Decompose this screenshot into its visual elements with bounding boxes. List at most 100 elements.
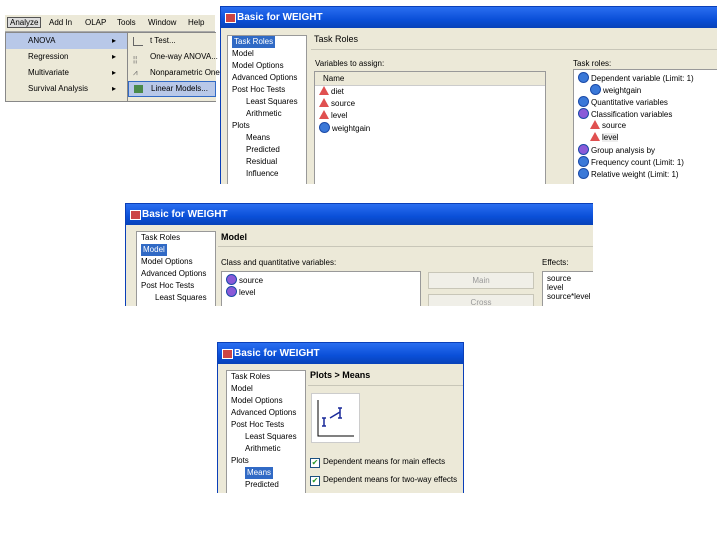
- app-icon: [130, 210, 141, 220]
- menu-help[interactable]: Help: [188, 18, 204, 27]
- nav-model-options[interactable]: Model Options: [227, 395, 305, 407]
- role-quantitative[interactable]: Quantitative variables: [574, 96, 717, 108]
- role-group-by[interactable]: Group analysis by: [574, 144, 717, 156]
- menu-item-nonparametric[interactable]: ⩘ Nonparametric One: [128, 65, 220, 81]
- menu-item-survival[interactable]: Survival Analysis ▸: [6, 81, 128, 97]
- numeric-variable-icon: [319, 122, 330, 133]
- variable-item[interactable]: source: [222, 274, 420, 286]
- role-item[interactable]: source: [574, 120, 717, 132]
- variable-item[interactable]: level: [222, 286, 420, 298]
- class-variable-icon: [590, 120, 600, 129]
- role-icon: [578, 168, 589, 179]
- checkbox-main-effects[interactable]: ✔ Dependent means for main effects: [310, 457, 445, 468]
- variable-item[interactable]: level: [315, 110, 545, 122]
- nav-least-squares[interactable]: Least Squares: [137, 292, 215, 304]
- menu-item-regression[interactable]: Regression ▸: [6, 49, 128, 65]
- role-item[interactable]: weightgain: [574, 84, 717, 96]
- nav-arithmetic[interactable]: Arithmetic: [227, 443, 305, 455]
- nav-tree: Task Roles Model Model Options Advanced …: [136, 231, 216, 306]
- variable-item[interactable]: diet: [315, 86, 545, 98]
- nav-tree: Task Roles Model Model Options Advanced …: [227, 35, 307, 184]
- nav-task-roles[interactable]: Task Roles: [227, 371, 305, 383]
- menu-item-oneway-anova[interactable]: ¦¦ One-way ANOVA...: [128, 49, 218, 65]
- menu-item-linear-models[interactable]: Linear Models...: [128, 81, 216, 97]
- t-test-icon: [133, 37, 143, 46]
- task-roles-label: Task roles:: [573, 59, 612, 68]
- effects-label: Effects:: [542, 258, 569, 267]
- nav-model-options[interactable]: Model Options: [137, 256, 215, 268]
- nav-means[interactable]: Means: [228, 132, 306, 144]
- role-frequency[interactable]: Frequency count (Limit: 1): [574, 156, 717, 168]
- nav-means[interactable]: Means: [227, 467, 305, 479]
- app-icon: [225, 13, 236, 23]
- nav-influence[interactable]: Influence: [228, 168, 306, 180]
- effect-item[interactable]: level: [547, 283, 593, 292]
- role-dependent[interactable]: Dependent variable (Limit: 1): [574, 72, 717, 84]
- panel-heading: Task Roles: [314, 34, 359, 44]
- chevron-right-icon: ▸: [111, 68, 116, 77]
- means-plot-graphic: [317, 400, 354, 437]
- role-item[interactable]: level: [574, 132, 717, 144]
- variables-list[interactable]: Name diet source level weightgain: [314, 71, 546, 184]
- nav-predicted[interactable]: Predicted: [227, 479, 305, 491]
- nav-model[interactable]: Model: [228, 48, 306, 60]
- chevron-right-icon: ▸: [111, 84, 116, 93]
- nav-post-hoc[interactable]: Post Hoc Tests: [137, 280, 215, 292]
- variable-item[interactable]: source: [315, 98, 545, 110]
- menu-item-t-test[interactable]: t Test...: [128, 33, 216, 49]
- model-window: Basic for WEIGHT Task Roles Model Model …: [125, 203, 593, 306]
- role-classification[interactable]: Classification variables: [574, 108, 717, 120]
- nav-task-roles[interactable]: Task Roles: [137, 232, 215, 244]
- nav-residual[interactable]: Residual: [228, 156, 306, 168]
- nav-advanced-options[interactable]: Advanced Options: [137, 268, 215, 280]
- panel-heading: Model: [221, 232, 247, 242]
- means-plot-icon: [311, 393, 360, 443]
- menu-item-anova[interactable]: ANOVA ▸: [6, 33, 128, 49]
- nav-predicted[interactable]: Predicted: [228, 144, 306, 156]
- nav-post-hoc[interactable]: Post Hoc Tests: [227, 419, 305, 431]
- nav-model[interactable]: Model: [137, 244, 215, 256]
- nav-task-roles[interactable]: Task Roles: [228, 36, 306, 48]
- class-variable-icon: [590, 132, 600, 141]
- menu-olap[interactable]: OLAP: [85, 18, 106, 27]
- nav-advanced-options[interactable]: Advanced Options: [228, 72, 306, 84]
- analyze-menu: ANOVA ▸ Regression ▸ Multivariate ▸ Surviva…: [5, 32, 129, 102]
- cross-button[interactable]: Cross: [428, 294, 534, 306]
- nav-model[interactable]: Model: [227, 383, 305, 395]
- nav-advanced-options[interactable]: Advanced Options: [227, 407, 305, 419]
- nav-post-hoc[interactable]: Post Hoc Tests: [228, 84, 306, 96]
- menu-window[interactable]: Window: [148, 18, 176, 27]
- menu-item-multivariate[interactable]: Multivariate ▸: [6, 65, 128, 81]
- class-variable-icon: [319, 98, 329, 107]
- menu-tools[interactable]: Tools: [117, 18, 136, 27]
- nav-least-squares[interactable]: Least Squares: [227, 431, 305, 443]
- role-icon: [578, 144, 589, 155]
- nav-arithmetic[interactable]: Arithmetic: [228, 108, 306, 120]
- effects-list[interactable]: source level source*level: [542, 271, 593, 306]
- class-variable-icon: [319, 86, 329, 95]
- role-weight[interactable]: Relative weight (Limit: 1): [574, 168, 717, 180]
- effect-item[interactable]: source*level: [547, 292, 593, 301]
- variables-label: Class and quantitative variables:: [221, 258, 337, 267]
- window-title-bar: Basic for WEIGHT: [221, 7, 717, 28]
- linear-models-icon: [134, 85, 143, 93]
- nav-least-squares[interactable]: Least Squares: [228, 96, 306, 108]
- nav-plots[interactable]: Plots: [227, 455, 305, 467]
- window-title-bar: Basic for WEIGHT: [218, 343, 463, 364]
- main-button[interactable]: Main: [428, 272, 534, 289]
- divider: [311, 49, 717, 50]
- task-roles-tree[interactable]: Dependent variable (Limit: 1) weightgain…: [573, 69, 717, 184]
- checkbox-two-way-effects[interactable]: ✔ Dependent means for two-way effects: [310, 475, 457, 486]
- nav-plots[interactable]: Plots: [228, 120, 306, 132]
- menu-analyze[interactable]: Analyze: [7, 17, 42, 28]
- nav-tree: Task Roles Model Model Options Advanced …: [226, 370, 306, 493]
- class-variable-icon: [226, 274, 237, 285]
- variable-item[interactable]: weightgain: [315, 122, 545, 134]
- effect-item[interactable]: source: [547, 274, 593, 283]
- model-variables-list[interactable]: source level: [221, 271, 421, 306]
- role-icon: [578, 156, 589, 167]
- menu-add-in[interactable]: Add In: [49, 18, 72, 27]
- role-icon: [578, 108, 589, 119]
- name-column-header[interactable]: Name: [315, 72, 545, 86]
- nav-model-options[interactable]: Model Options: [228, 60, 306, 72]
